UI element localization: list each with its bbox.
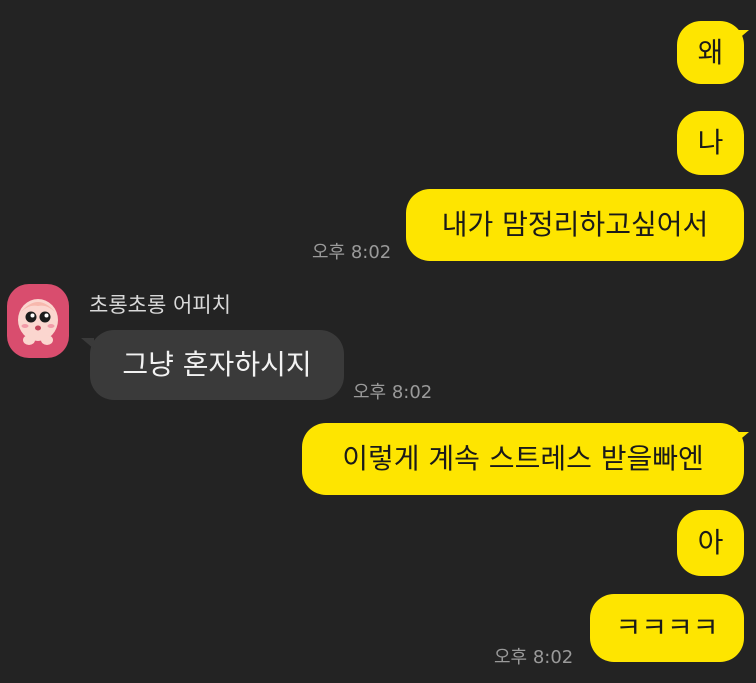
message-timestamp: 오후 8:02 [494,647,574,668]
message-text: 나 [697,126,724,159]
sender-name: 초롱초롱 어피치 [89,293,231,317]
message-bubble-mine[interactable]: 아 [677,510,744,576]
message-text: ㅋㅋㅋㅋ [615,611,719,644]
bubble-tail [736,30,749,41]
message-timestamp: 오후 8:02 [353,382,433,403]
message-text: 아 [697,526,724,559]
message-bubble-theirs[interactable]: 그냥 혼자하시지 [90,330,344,400]
message-bubble-mine[interactable]: 왜 [677,21,744,84]
apeach-character-icon [18,299,58,345]
bubble-tail [736,432,749,443]
message-bubble-mine[interactable]: 내가 맘정리하고싶어서 [406,189,744,261]
message-timestamp: 오후 8:02 [312,242,392,263]
message-text: 이렇게 계속 스트레스 받을빠엔 [342,442,704,475]
message-text: 그냥 혼자하시지 [122,348,312,381]
message-bubble-mine[interactable]: 나 [677,111,744,175]
message-text: 내가 맘정리하고싶어서 [441,208,709,241]
message-bubble-mine[interactable]: ㅋㅋㅋㅋ [590,594,744,662]
avatar[interactable] [7,284,69,358]
bubble-tail [81,338,94,349]
message-bubble-mine[interactable]: 이렇게 계속 스트레스 받을빠엔 [302,423,744,495]
message-text: 왜 [697,35,724,69]
